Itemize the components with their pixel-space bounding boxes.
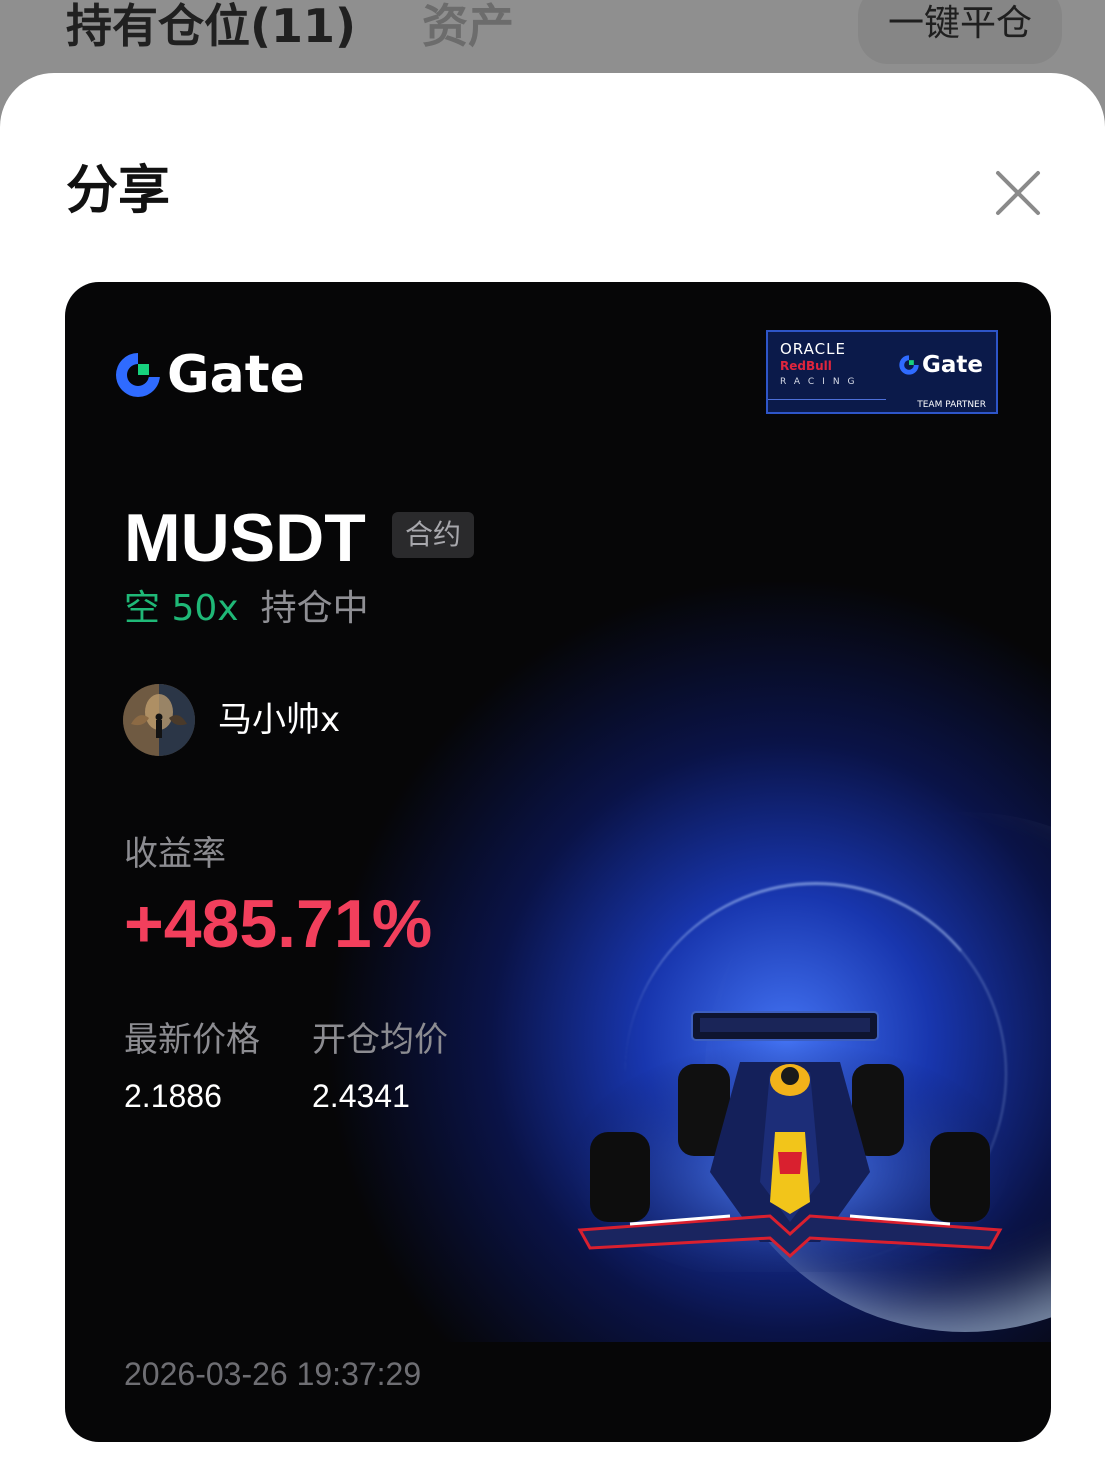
timestamp: 2026-03-26 19:37:29 [124, 1356, 422, 1392]
close-icon[interactable] [990, 165, 1046, 221]
partner-oracle-text: ORACLE [780, 340, 846, 358]
contract-symbol: MUSDT [124, 500, 366, 576]
partner-label: TEAM PARTNER [917, 400, 986, 410]
close-all-button[interactable]: 一键平仓 [858, 0, 1062, 64]
team-partner-badge: ORACLE RedBull RACING Gate TEAM PARTNER [766, 330, 998, 414]
share-card: Gate ORACLE RedBull RACING Gate TEAM PAR… [65, 282, 1051, 1442]
entry-price-label: 开仓均价 [312, 1020, 448, 1060]
position-status: 持仓中 [260, 588, 369, 629]
avatar-image [123, 684, 195, 756]
tab-assets[interactable]: 资产 [422, 0, 514, 56]
username: 马小帅x [218, 700, 341, 740]
partner-racing-text: RACING [780, 377, 863, 387]
position-info: 空 50x 持仓中 [124, 586, 369, 632]
sheet-title: 分享 [66, 161, 171, 221]
latest-price-label: 最新价格 [124, 1020, 260, 1060]
position-direction: 空 50x [124, 588, 239, 629]
tab-positions[interactable]: 持有仓位(11) [66, 0, 356, 56]
partner-gate-logo: Gate [898, 352, 983, 378]
partner-gate-text: Gate [922, 352, 983, 378]
partner-divider [768, 399, 886, 400]
partner-redbull-text: RedBull [780, 359, 832, 373]
avatar [123, 684, 195, 756]
gate-logo-text: Gate [167, 345, 305, 405]
race-car-image [570, 1011, 1010, 1272]
entry-price-value: 2.4341 [312, 1078, 410, 1114]
contract-type-badge: 合约 [392, 512, 474, 558]
roi-value: +485.71% [124, 886, 433, 962]
roi-label: 收益率 [124, 834, 226, 874]
latest-price-value: 2.1886 [124, 1078, 222, 1114]
partner-gate-icon [899, 355, 919, 375]
background-header: 持有仓位(11) 资产 一键平仓 [0, 0, 1105, 80]
gate-logo-icon [116, 353, 160, 397]
gate-logo: Gate [113, 345, 305, 405]
